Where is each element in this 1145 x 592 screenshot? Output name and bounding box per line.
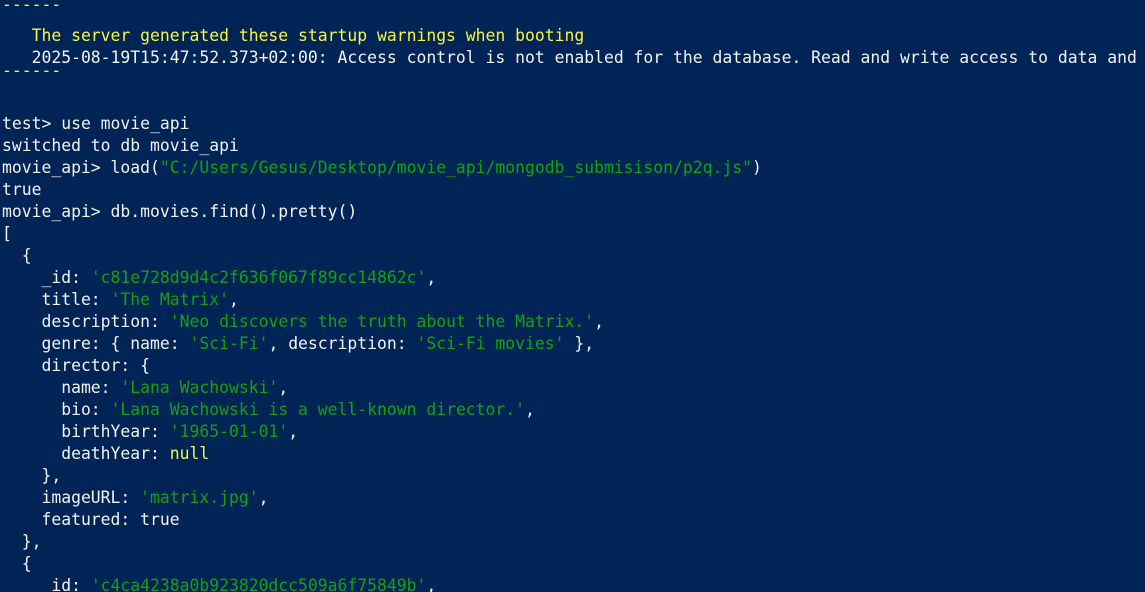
terminal-text: , [278, 378, 289, 397]
terminal-text: name: [2, 378, 121, 397]
terminal-text: title: [2, 290, 111, 309]
terminal-text: _id: [2, 268, 91, 287]
terminal-line: }, [2, 531, 1145, 553]
terminal-line: ------ [2, 3, 1145, 25]
terminal-text: ) [751, 158, 762, 177]
terminal-text: 2025-08-19T15:47:52.373+02:00: Access co… [2, 48, 1137, 67]
terminal-text: switched to db movie_api [2, 136, 239, 155]
terminal-window[interactable]: ------ The server generated these startu… [0, 0, 1145, 592]
terminal-line: bio: 'Lana Wachowski is a well-known dir… [2, 399, 1145, 421]
terminal-text: "C:/Users/Gesus/Desktop/movie_api/mongod… [159, 158, 752, 177]
terminal-text: birthYear: [2, 422, 170, 441]
terminal-text: The server generated these startup warni… [2, 26, 585, 45]
terminal-text: , [258, 488, 269, 507]
terminal-text: , [594, 312, 604, 331]
terminal-text: bio: [2, 400, 111, 419]
terminal-text: 'c81e728d9d4c2f636f067f89cc14862c' [90, 268, 427, 287]
terminal-text: { [2, 246, 32, 265]
terminal-line: title: 'The Matrix', [2, 289, 1145, 311]
terminal-text: imageURL: [2, 488, 141, 507]
terminal-line: _id: 'c4ca4238a0b923820dcc509a6f75849b', [2, 575, 1145, 592]
terminal-text: , [228, 290, 239, 309]
terminal-line: description: 'Neo discovers the truth ab… [2, 311, 1145, 333]
terminal-line: featured: true [2, 509, 1145, 531]
terminal-line: 2025-08-19T15:47:52.373+02:00: Access co… [2, 47, 1145, 69]
terminal-line: director: { [2, 355, 1145, 377]
terminal-line: The server generated these startup warni… [2, 25, 1145, 47]
terminal-text: 'Lana Wachowski is a well-known director… [110, 400, 526, 419]
terminal-line: movie_api> load("C:/Users/Gesus/Desktop/… [2, 157, 1145, 179]
terminal-line: }, [2, 465, 1145, 487]
terminal-line: true [2, 179, 1145, 201]
terminal-text: director: { [2, 356, 151, 375]
terminal-line: switched to db movie_api [2, 135, 1145, 157]
terminal-text: { [2, 554, 32, 573]
terminal-text: movie_api> db.movies.find().pretty() [2, 202, 358, 221]
terminal-line: _id: 'c81e728d9d4c2f636f067f89cc14862c', [2, 267, 1145, 289]
terminal-text: 'Sci-Fi movies' [416, 334, 565, 353]
terminal-text: }, [564, 334, 595, 353]
terminal-line: { [2, 245, 1145, 267]
terminal-text: _id: [2, 576, 91, 592]
terminal-line: deathYear: null [2, 443, 1145, 465]
terminal-line: ------ [2, 69, 1145, 91]
terminal-line: imageURL: 'matrix.jpg', [2, 487, 1145, 509]
terminal-text: test> use movie_api [2, 114, 190, 133]
terminal-text: genre: { name: [2, 334, 190, 353]
terminal-text: ------ [2, 69, 62, 80]
terminal-text: 'c4ca4238a0b923820dcc509a6f75849b' [90, 576, 427, 592]
terminal-text: 'matrix.jpg' [140, 488, 259, 507]
terminal-line: [ [2, 223, 1145, 245]
terminal-text: description: [2, 312, 170, 331]
terminal-text: 'The Matrix' [110, 290, 229, 309]
terminal-text: ------ [2, 3, 62, 14]
terminal-text: , [288, 422, 299, 441]
terminal-text: , description: [268, 334, 417, 353]
terminal-text: movie_api> load( [2, 158, 160, 177]
terminal-line: movie_api> db.movies.find().pretty() [2, 201, 1145, 223]
terminal-text: '1965-01-01' [169, 422, 289, 441]
terminal-text: , [525, 400, 535, 419]
terminal-text: featured: true [2, 510, 180, 529]
terminal-text: }, [2, 466, 62, 485]
terminal-text: , [426, 576, 437, 592]
terminal-text: , [426, 268, 437, 287]
terminal-text: 'Neo discovers the truth about the Matri… [169, 312, 595, 331]
terminal-text: 'Sci-Fi' [189, 334, 269, 353]
terminal-text: deathYear: [2, 444, 170, 463]
terminal-line: test> use movie_api [2, 113, 1145, 135]
terminal-text: [ [2, 224, 12, 243]
terminal-text: 'Lana Wachowski' [120, 378, 279, 397]
terminal-line: genre: { name: 'Sci-Fi', description: 'S… [2, 333, 1145, 355]
terminal-line: birthYear: '1965-01-01', [2, 421, 1145, 443]
terminal-line: name: 'Lana Wachowski', [2, 377, 1145, 399]
terminal-text: true [2, 180, 42, 199]
terminal-line: { [2, 553, 1145, 575]
terminal-text: }, [2, 532, 42, 551]
terminal-text: null [169, 444, 210, 463]
